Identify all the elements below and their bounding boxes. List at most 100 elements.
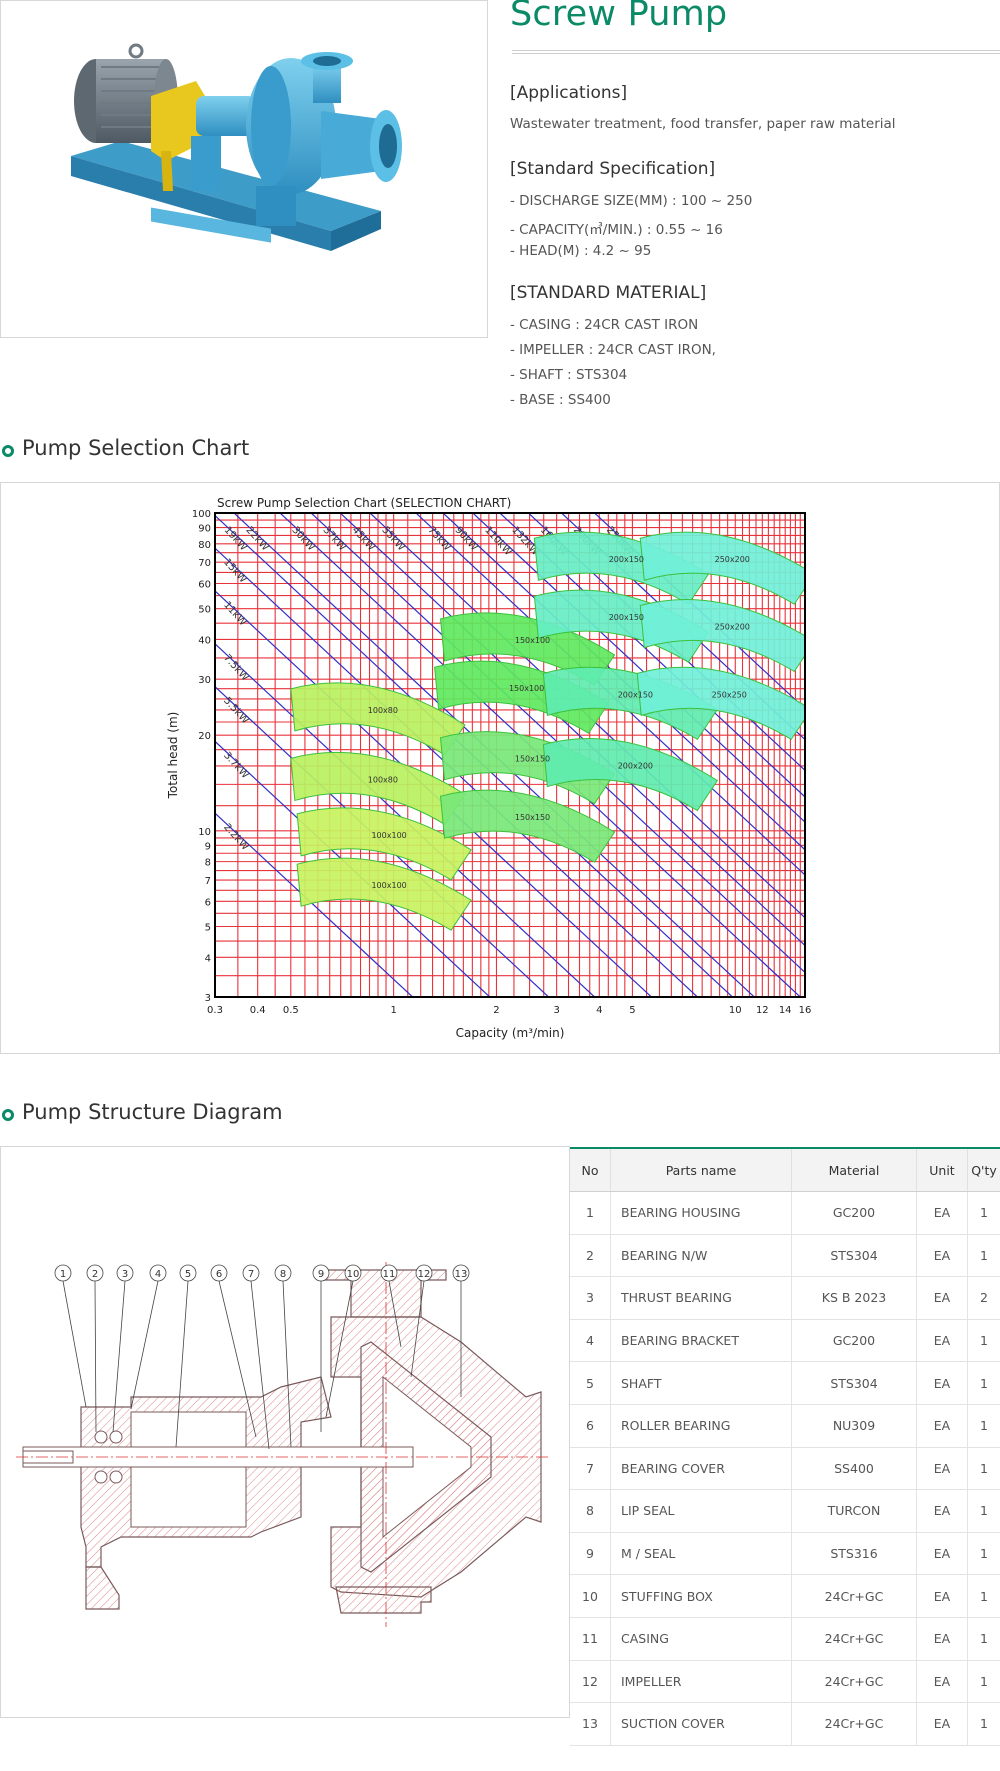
callout-number: 11 [383, 1269, 396, 1280]
cell-material: TURCON [791, 1489, 917, 1533]
applications-heading: [Applications] [510, 83, 628, 103]
cell-no: 7 [570, 1447, 611, 1491]
region-label: 250x250 [712, 690, 747, 699]
spec-item: - HEAD(M) : 4.2 ~ 95 [510, 243, 652, 259]
x-tick-label: 0.3 [207, 1005, 223, 1016]
cell-no: 2 [570, 1234, 611, 1278]
y-tick-label: 60 [198, 580, 211, 591]
cell-material: 24Cr+GC [791, 1617, 917, 1661]
cell-qty: 1 [967, 1234, 1000, 1278]
material-item: - CASING : 24CR CAST IRON [510, 317, 699, 333]
callout-number: 2 [92, 1269, 98, 1280]
x-tick-label: 3 [553, 1005, 559, 1016]
cell-qty: 1 [967, 1617, 1000, 1661]
material-item: - BASE : SS400 [510, 392, 611, 408]
callout-number: 7 [248, 1269, 254, 1280]
x-tick-label: 14 [779, 1005, 792, 1016]
region-label: 250x200 [715, 622, 750, 631]
region-label: 200x150 [609, 613, 644, 622]
x-axis-label: Capacity (m³/min) [456, 1026, 565, 1040]
cell-unit: EA [916, 1532, 968, 1576]
y-axis-label: Total head (m) [166, 712, 180, 800]
x-tick-label: 12 [756, 1005, 769, 1016]
callout-number: 6 [216, 1269, 222, 1280]
region-label: 150x150 [515, 755, 550, 764]
table-row: 4 BEARING BRACKET GC200 EA 1 [570, 1319, 1000, 1363]
y-tick-label: 80 [198, 540, 211, 551]
x-tick-label: 0.5 [283, 1005, 299, 1016]
selection-chart-box: 2.2kW 3.7kW 5.5kW 7.5kW 11kW 15kW 19kW 22kW 30kW… [0, 482, 1000, 1054]
cell-parts-name: IMPELLER [610, 1660, 792, 1704]
cell-parts-name: STUFFING BOX [610, 1574, 792, 1618]
cell-qty: 1 [967, 1574, 1000, 1618]
x-tick-label: 4 [596, 1005, 602, 1016]
column-header-qty: Q'ty [967, 1147, 1000, 1192]
cell-unit: EA [916, 1702, 968, 1746]
table-row: 10 STUFFING BOX 24Cr+GC EA 1 [570, 1574, 1000, 1618]
table-row: 7 BEARING COVER SS400 EA 1 [570, 1447, 1000, 1491]
callout-number: 8 [280, 1269, 286, 1280]
cell-unit: EA [916, 1276, 968, 1320]
region-label: 200x150 [618, 690, 653, 699]
material-item: - SHAFT : STS304 [510, 367, 628, 383]
material-item: - IMPELLER : 24CR CAST IRON, [510, 342, 716, 358]
cell-material: NU309 [791, 1404, 917, 1448]
cell-parts-name: CASING [610, 1617, 792, 1661]
column-header-parts-name: Parts name [610, 1147, 792, 1192]
cell-no: 9 [570, 1532, 611, 1576]
region-label: 150x150 [515, 813, 550, 822]
cell-qty: 1 [967, 1532, 1000, 1576]
cell-no: 11 [570, 1617, 611, 1661]
column-header-no: No [570, 1147, 611, 1192]
table-row: 12 IMPELLER 24Cr+GC EA 1 [570, 1660, 1000, 1704]
callout-number: 3 [122, 1269, 128, 1280]
cell-parts-name: THRUST BEARING [610, 1276, 792, 1320]
table-row: 5 SHAFT STS304 EA 1 [570, 1361, 1000, 1405]
cell-material: 24Cr+GC [791, 1574, 917, 1618]
cell-parts-name: BEARING BRACKET [610, 1319, 792, 1363]
table-row: 13 SUCTION COVER 24Cr+GC EA 1 [570, 1702, 1000, 1746]
column-header-unit: Unit [916, 1147, 968, 1192]
callout-number: 10 [347, 1269, 360, 1280]
spec-heading: [Standard Specification] [510, 159, 716, 179]
y-tick-label: 4 [205, 953, 211, 964]
cell-qty: 1 [967, 1191, 1000, 1235]
cell-no: 3 [570, 1276, 611, 1320]
cell-material: SS400 [791, 1447, 917, 1491]
title-divider [512, 50, 1000, 54]
cell-unit: EA [916, 1660, 968, 1704]
y-tick-label: 5 [205, 922, 211, 933]
x-tick-label: 5 [629, 1005, 635, 1016]
y-tick-label: 50 [198, 605, 211, 616]
y-tick-label: 6 [205, 897, 211, 908]
material-heading: [STANDARD MATERIAL] [510, 283, 707, 303]
cell-material: STS304 [791, 1234, 917, 1278]
cell-no: 12 [570, 1660, 611, 1704]
cell-unit: EA [916, 1191, 968, 1235]
y-tick-label: 8 [205, 858, 211, 869]
table-row: 8 LIP SEAL TURCON EA 1 [570, 1489, 1000, 1533]
cell-qty: 1 [967, 1404, 1000, 1448]
x-tick-label: 10 [729, 1005, 742, 1016]
region-label: 200x200 [618, 762, 653, 771]
screw-pump-illustration [71, 43, 402, 251]
cell-parts-name: LIP SEAL [610, 1489, 792, 1533]
cell-unit: EA [916, 1574, 968, 1618]
cell-unit: EA [916, 1489, 968, 1533]
cell-unit: EA [916, 1447, 968, 1491]
product-photo [0, 0, 488, 338]
cell-no: 13 [570, 1702, 611, 1746]
cell-parts-name: SHAFT [610, 1361, 792, 1405]
x-tick-label: 0.4 [250, 1005, 266, 1016]
y-tick-label: 70 [198, 558, 211, 569]
callout-number: 1 [60, 1269, 66, 1280]
pump-cross-section-diagram: 1 2 3 4 5 6 7 8 9 10 11 12 13 [16, 1262, 551, 1627]
x-tick-label: 16 [799, 1005, 812, 1016]
cell-no: 10 [570, 1574, 611, 1618]
cell-material: KS B 2023 [791, 1276, 917, 1320]
cell-material: STS316 [791, 1532, 917, 1576]
y-tick-label: 3 [205, 993, 211, 1004]
y-tick-label: 10 [198, 827, 211, 838]
y-tick-label: 40 [198, 635, 211, 646]
callout-number: 5 [185, 1269, 191, 1280]
